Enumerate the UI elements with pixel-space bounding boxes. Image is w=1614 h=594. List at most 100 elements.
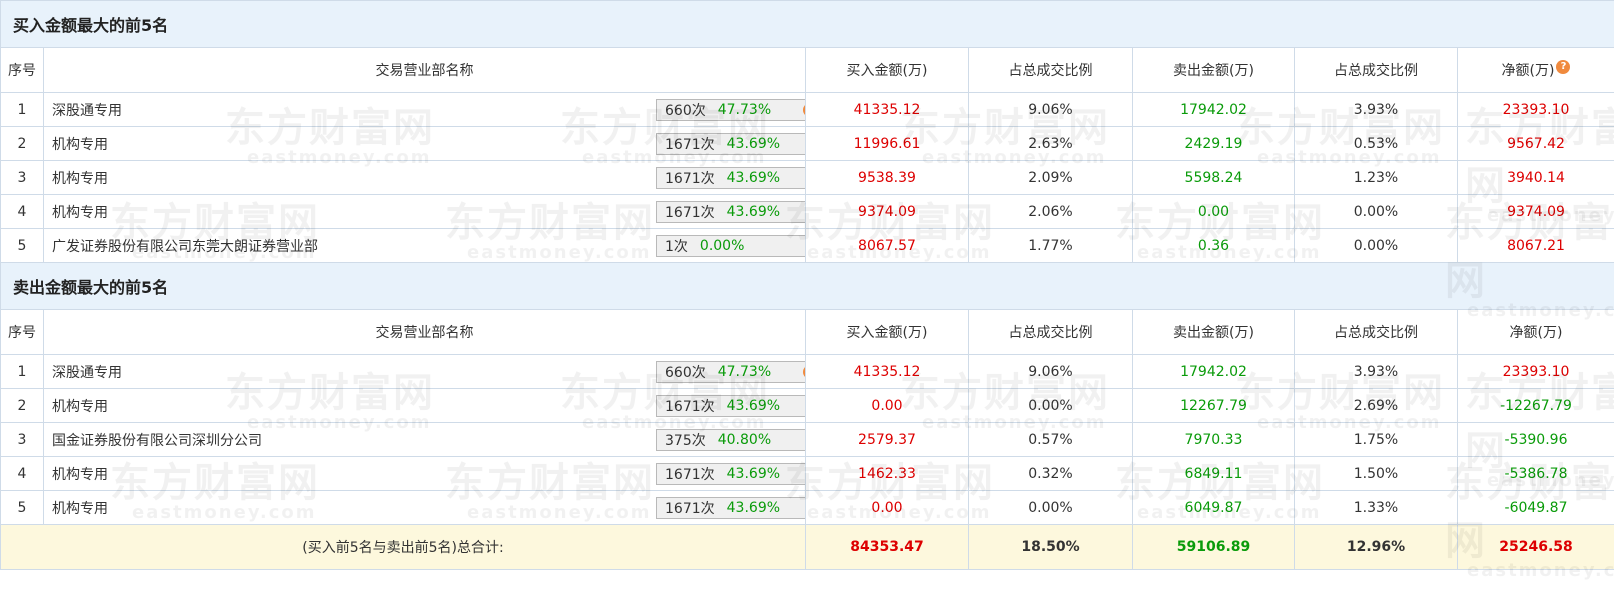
buy-amount: 41335.12 [805,92,969,127]
broker-name[interactable]: 深股通专用 [52,362,122,382]
broker-name[interactable]: 机构专用 [52,396,108,416]
row-index: 2 [0,388,44,423]
row-index: 1 [0,354,44,389]
broker-cell: 机构专用 1671次 43.69% [43,490,806,525]
question-icon[interactable]: ? [1556,60,1571,74]
sell-ratio: 1.75% [1294,422,1458,457]
buy-ratio: 0.00% [968,490,1133,525]
broker-name[interactable]: 机构专用 [52,134,108,154]
broker-name[interactable]: 广发证券股份有限公司东莞大朗证券营业部 [52,236,318,256]
broker-cell: 国金证券股份有限公司深圳分公司 375次 40.80% [43,422,806,457]
column-header: 占总成交比例 [1294,47,1458,93]
question-icon[interactable]: ? [803,364,805,379]
net-amount: 23393.10 [1456,354,1614,389]
appearance-count: 1次 [665,238,688,255]
table-row: 3 国金证券股份有限公司深圳分公司 375次 40.80% 2579.37 0.57% 79… [0,422,1614,457]
broker-cell: 机构专用 1671次 43.69% [43,388,806,423]
column-header: 净额(万)? [1456,47,1614,93]
dragon-tiger-table: 买入金额最大的前5名 序号 交易营业部名称 买入金额(万) 占总成交比例 卖出金额(万) 占… [0,0,1614,581]
sell-amount: 2429.19 [1132,126,1295,161]
broker-cell: 深股通专用 660次 47.73%? [43,92,806,127]
broker-cell: 机构专用 1671次 43.69% [43,160,806,195]
row-index: 3 [0,422,44,457]
sell-ratio: 2.69% [1294,388,1458,423]
table-row: 5 机构专用 1671次 43.69% 0.00 0.00% 6049.87 1.33% -60… [0,490,1614,525]
row-index: 5 [0,228,44,263]
appearance-count: 1671次 [665,500,715,517]
row-index: 5 [0,490,44,525]
win-rate: 43.69% [726,169,781,186]
appearance-count: 1671次 [665,398,715,415]
row-index: 2 [0,126,44,161]
broker-stats-badge[interactable]: 1671次 43.69% [656,166,805,189]
table-row: 2 机构专用 1671次 43.69% 11996.61 2.63% 2429.19 0.53… [0,126,1614,161]
buy-amount: 41335.12 [805,354,969,389]
buy-ratio: 0.00% [968,388,1133,423]
sell-amount: 7970.33 [1132,422,1295,457]
sell-amount: 17942.02 [1132,92,1295,127]
broker-cell: 机构专用 1671次 43.69% [43,126,806,161]
broker-cell: 机构专用 1671次 43.69% [43,194,806,229]
buy-amount: 1462.33 [805,456,969,491]
total-net: 25246.58 [1456,524,1614,570]
net-amount: -12267.79 [1456,388,1614,423]
sell-ratio: 1.33% [1294,490,1458,525]
column-header: 占总成交比例 [1294,309,1458,355]
column-header: 卖出金额(万) [1132,309,1295,355]
buy-ratio: 9.06% [968,92,1133,127]
buy-ratio: 2.09% [968,160,1133,195]
broker-stats-badge[interactable]: 1671次 43.69% [656,132,805,155]
sell-amount: 0.00 [1132,194,1295,229]
broker-stats-badge[interactable]: 375次 40.80% [656,428,805,451]
broker-stats-badge[interactable]: 1671次 43.69% [656,200,805,223]
win-rate: 0.00% [699,237,745,254]
appearance-count: 660次 [665,364,706,381]
appearance-count: 1671次 [665,136,715,153]
broker-stats-badge[interactable]: 1次 0.00% [656,234,805,257]
broker-stats-badge[interactable]: 660次 47.73%? [656,98,805,121]
column-header: 交易营业部名称 [43,309,806,355]
row-index: 4 [0,194,44,229]
buy-amount: 2579.37 [805,422,969,457]
column-header: 买入金额(万) [805,309,969,355]
section-title-row: 买入金额最大的前5名 [0,0,1614,48]
broker-name[interactable]: 机构专用 [52,168,108,188]
total-sell-pct: 12.96% [1294,524,1458,570]
net-amount: 8067.21 [1456,228,1614,263]
broker-stats-badge[interactable]: 1671次 43.69% [656,394,805,417]
broker-name[interactable]: 深股通专用 [52,100,122,120]
net-amount: 9567.42 [1456,126,1614,161]
sell-amount: 6049.87 [1132,490,1295,525]
broker-stats-badge[interactable]: 1671次 43.69% [656,462,805,485]
column-header: 卖出金额(万) [1132,47,1295,93]
buy-amount: 11996.61 [805,126,969,161]
broker-name[interactable]: 机构专用 [52,498,108,518]
sell-ratio: 3.93% [1294,354,1458,389]
win-rate: 43.69% [726,135,781,152]
trading-table: 买入金额最大的前5名 序号 交易营业部名称 买入金额(万) 占总成交比例 卖出金额(万) 占… [0,0,1614,570]
sell-amount: 5598.24 [1132,160,1295,195]
table-row: 4 机构专用 1671次 43.69% 1462.33 0.32% 6849.11 1.50%… [0,456,1614,491]
win-rate: 43.69% [726,203,781,220]
appearance-count: 1671次 [665,170,715,187]
total-buy-pct: 18.50% [968,524,1133,570]
table-row: 2 机构专用 1671次 43.69% 0.00 0.00% 12267.79 2.69% -1… [0,388,1614,423]
broker-stats-badge[interactable]: 1671次 43.69% [656,496,805,519]
net-amount: 3940.14 [1456,160,1614,195]
question-icon[interactable]: ? [803,102,805,117]
total-sell: 59106.89 [1132,524,1295,570]
buy-ratio: 1.77% [968,228,1133,263]
net-amount: 23393.10 [1456,92,1614,127]
total-buy: 84353.47 [805,524,969,570]
sell-amount: 6849.11 [1132,456,1295,491]
sell-ratio: 0.53% [1294,126,1458,161]
total-row: (买入前5名与卖出前5名)总合计: 84353.47 18.50% 59106.… [0,524,1614,570]
broker-stats-badge[interactable]: 660次 47.73%? [656,360,805,383]
net-amount: -5390.96 [1456,422,1614,457]
broker-name[interactable]: 国金证券股份有限公司深圳分公司 [52,430,262,450]
broker-name[interactable]: 机构专用 [52,464,108,484]
buy-ratio: 2.06% [968,194,1133,229]
buy-ratio: 0.57% [968,422,1133,457]
sell-amount: 17942.02 [1132,354,1295,389]
broker-name[interactable]: 机构专用 [52,202,108,222]
